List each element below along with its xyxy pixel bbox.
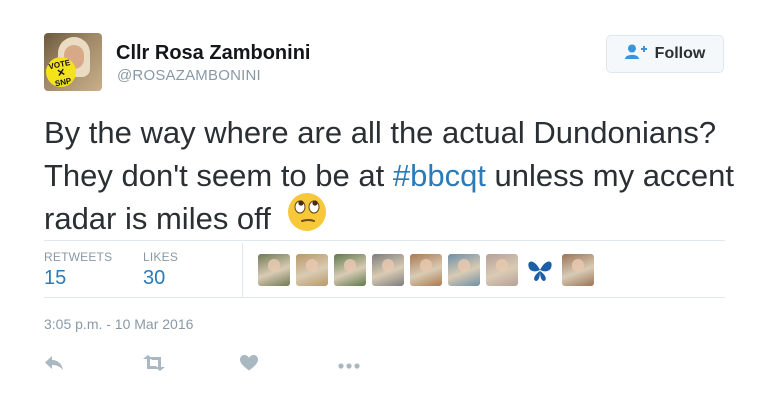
reply-button[interactable] (44, 354, 142, 376)
liker-avatar-5[interactable] (410, 254, 442, 286)
liker-avatar-7[interactable] (486, 254, 518, 286)
liker-avatar-9[interactable] (562, 254, 594, 286)
tweet-actions (44, 354, 436, 376)
liker-face (572, 259, 584, 272)
follow-button-label: Follow (654, 45, 706, 62)
tweet-text: By the way where are all the actual Dund… (44, 111, 744, 243)
likes-count[interactable]: 30 (143, 267, 165, 290)
stats-separator (242, 243, 243, 297)
liker-face (306, 259, 318, 272)
add-user-icon (624, 44, 647, 65)
liker-avatar-2[interactable] (296, 254, 328, 286)
liker-avatar-3[interactable] (334, 254, 366, 286)
retweets-count[interactable]: 15 (44, 267, 66, 290)
liker-avatar-4[interactable] (372, 254, 404, 286)
more-button[interactable] (338, 354, 436, 376)
retweet-button[interactable] (142, 354, 240, 376)
liker-face (496, 259, 508, 272)
more-icon (338, 356, 360, 374)
likes-label: LIKES (143, 250, 179, 264)
author-display-name[interactable]: Cllr Rosa Zambonini (116, 42, 310, 65)
tweet-timestamp[interactable]: 3:05 p.m. - 10 Mar 2016 (44, 316, 193, 332)
stats-bottom-divider (44, 297, 725, 298)
vote-snp-badge: VOTE ✕ SNP (44, 54, 79, 90)
hashtag-link[interactable]: #bbcqt (393, 158, 486, 193)
liker-avatar-6[interactable] (448, 254, 480, 286)
stats-top-divider (44, 240, 725, 241)
liker-face (420, 259, 432, 272)
heart-icon (240, 354, 258, 376)
follow-button[interactable]: Follow (606, 35, 724, 73)
like-button[interactable] (240, 354, 338, 376)
likers-avatar-row (258, 254, 594, 286)
liker-face (344, 259, 356, 272)
retweets-label: RETWEETS (44, 250, 113, 264)
retweet-icon (142, 354, 166, 376)
reply-icon (44, 355, 64, 376)
liker-avatar-8[interactable] (524, 254, 556, 286)
liker-avatar-1[interactable] (258, 254, 290, 286)
liker-face (382, 259, 394, 272)
rolling-eyes-emoji-icon (287, 192, 327, 243)
liker-face (458, 259, 470, 272)
author-avatar[interactable]: VOTE ✕ SNP (44, 33, 102, 91)
liker-face (268, 259, 280, 272)
author-handle[interactable]: @ROSAZAMBONINI (117, 67, 261, 84)
